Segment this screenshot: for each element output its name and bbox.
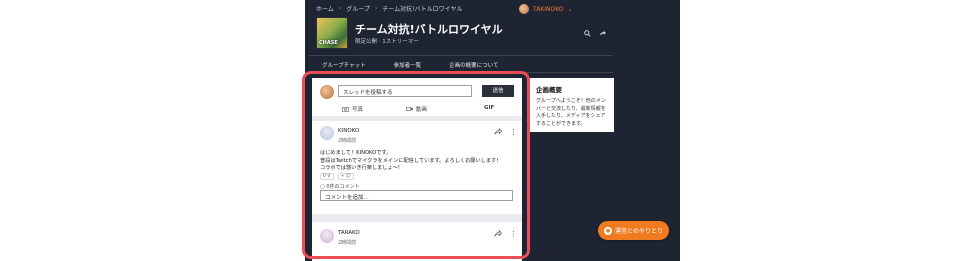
highlight-frame: [302, 71, 530, 259]
header-divider: [308, 55, 613, 56]
tab-members[interactable]: 参加者一覧: [394, 61, 422, 69]
user-name: TAKINOKO: [533, 5, 564, 13]
breadcrumb-home[interactable]: ホーム: [316, 4, 334, 13]
user-avatar: [519, 4, 529, 14]
chevron-right-icon: ›: [374, 5, 378, 12]
organizer-chat-button[interactable]: ● 運営とのやりとり: [598, 221, 669, 240]
chat-icon: ●: [604, 226, 613, 235]
breadcrumb-groups[interactable]: グループ: [346, 4, 370, 13]
thumbnail-text: CHASE: [319, 40, 338, 46]
about-title: 企画概要: [536, 86, 562, 94]
group-thumbnail: CHASE: [316, 17, 348, 49]
about-body: グループへようこそ！他のメンバーと交流したり、最新情報を入手したり、メディアをシ…: [536, 98, 606, 127]
chat-label: 運営とのやりとり: [615, 228, 663, 235]
group-subtitle: 限定公開 · 1ストリーマー: [355, 39, 419, 45]
share-icon[interactable]: [599, 30, 606, 37]
chevron-right-icon: ›: [338, 5, 342, 12]
tab-group-chat[interactable]: グループチャット: [322, 61, 366, 69]
chevron-down-icon: ⌄: [567, 5, 573, 13]
user-menu[interactable]: TAKINOKO ⌄: [519, 4, 573, 14]
group-title: チーム対抗!バトルロワイヤル: [355, 23, 503, 36]
screenshot-canvas: ホーム › グループ › チーム対抗!バトルロワイヤル TAKINOKO ⌄ C…: [0, 0, 980, 261]
tab-about[interactable]: 企画の概要について: [449, 61, 498, 69]
group-actions: [584, 30, 606, 37]
breadcrumb-current: チーム対抗!バトルロワイヤル: [382, 6, 463, 13]
group-tabs: グループチャット 参加者一覧 企画の概要について: [322, 61, 498, 69]
breadcrumb: ホーム › グループ › チーム対抗!バトルロワイヤル: [316, 4, 463, 13]
search-icon[interactable]: [584, 30, 591, 37]
